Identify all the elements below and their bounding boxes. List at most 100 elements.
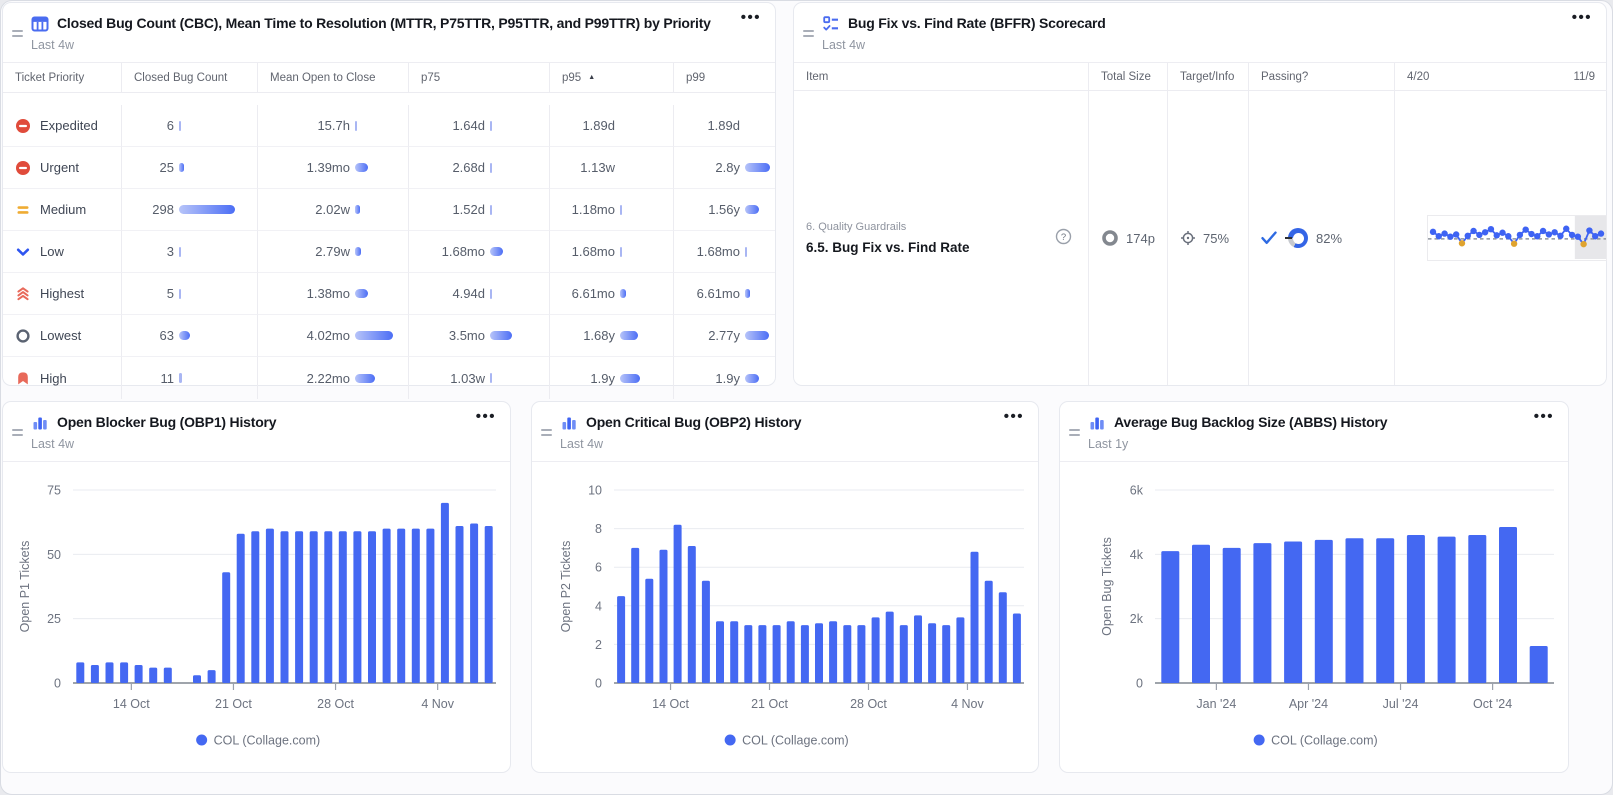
pass-point: [1592, 233, 1598, 239]
metric-value: 1.52d: [421, 202, 485, 217]
bar: [76, 662, 84, 683]
metric-value: 4.94d: [421, 286, 485, 301]
drag-handle-icon[interactable]: [1069, 429, 1080, 439]
chevrons-up-icon: [15, 286, 31, 302]
bar-chart-icon: [560, 414, 578, 432]
panel-cbc-table: Closed Bug Count (CBC), Mean Time to Res…: [2, 2, 776, 386]
metric-cell: 1.68y: [549, 315, 673, 357]
legend-label[interactable]: COL (Collage.com): [1271, 734, 1378, 748]
panel-menu-button[interactable]: •••: [741, 9, 761, 26]
legend-marker[interactable]: [1254, 735, 1265, 746]
magnitude-bar: [490, 205, 492, 215]
priority-label: Lowest: [40, 328, 81, 343]
column-header-closed-bug-count[interactable]: Closed Bug Count: [121, 63, 257, 93]
fail-point: [1459, 240, 1465, 246]
metric-cell: 1.03w: [408, 357, 549, 399]
metric-cell: 1.89d: [549, 105, 673, 147]
magnitude-bar: [745, 205, 759, 214]
metric-cell: 1.13w: [549, 147, 673, 189]
magnitude-bar: [745, 331, 769, 340]
bar: [441, 503, 449, 683]
metric-cell: 1.56y: [673, 189, 775, 231]
panel-menu-button[interactable]: •••: [1004, 408, 1024, 425]
bar: [339, 531, 347, 683]
passing-value: 82%: [1316, 231, 1342, 246]
metric-value: 1.39mo: [270, 160, 350, 175]
column-header-total-size[interactable]: Total Size: [1088, 63, 1167, 91]
metric-value: 1.68mo: [421, 244, 485, 259]
item-name[interactable]: 6.5. Bug Fix vs. Find Rate: [806, 240, 970, 255]
metric-value: 1.9y: [562, 371, 615, 386]
bar: [1407, 535, 1425, 683]
metric-cell: 1.64d: [408, 105, 549, 147]
legend-marker[interactable]: [725, 735, 736, 746]
svg-text:6k: 6k: [1130, 484, 1144, 498]
bar: [106, 662, 114, 683]
column-header-passing[interactable]: Passing?: [1248, 63, 1394, 91]
svg-text:25: 25: [47, 612, 61, 626]
pass-point: [1447, 233, 1453, 239]
bffr-trend-sparkline[interactable]: [1427, 215, 1607, 261]
magnitude-bar: [490, 121, 492, 131]
magnitude-bar: [490, 247, 503, 256]
svg-text:6: 6: [595, 561, 602, 575]
svg-text:4 Nov: 4 Nov: [951, 697, 984, 711]
drag-handle-icon[interactable]: [541, 429, 552, 439]
bar: [758, 625, 766, 683]
column-header-p95[interactable]: p95▲: [549, 63, 673, 93]
svg-text:Open P2 Tickets: Open P2 Tickets: [559, 541, 573, 633]
column-header-p99[interactable]: p99: [673, 63, 775, 93]
svg-text:Jan '24: Jan '24: [1196, 697, 1236, 711]
panel-abbs-chart: Average Bug Backlog Size (ABBS) History …: [1059, 401, 1569, 773]
circle-outline-icon: [15, 328, 31, 344]
svg-text:?: ?: [1061, 232, 1066, 243]
pass-point: [1465, 233, 1471, 239]
bar: [1315, 540, 1333, 683]
metric-cell: 2.79w: [257, 231, 408, 273]
metric-cell: 2.68d: [408, 147, 549, 189]
drag-handle-icon[interactable]: [12, 30, 23, 40]
fail-point: [1511, 241, 1517, 247]
drag-handle-icon[interactable]: [12, 429, 23, 439]
bar: [801, 625, 809, 683]
panel-menu-button[interactable]: •••: [1534, 408, 1554, 425]
column-header-mean-open-to-close[interactable]: Mean Open to Close: [257, 63, 408, 93]
svg-text:14 Oct: 14 Oct: [652, 697, 689, 711]
magnitude-bar: [179, 121, 181, 131]
bar: [1346, 538, 1364, 683]
metric-cell: 15.7h: [257, 105, 408, 147]
column-header-item[interactable]: Item: [794, 63, 1088, 91]
panel-menu-button[interactable]: •••: [1572, 9, 1592, 26]
legend-marker[interactable]: [196, 735, 207, 746]
pass-point: [1540, 228, 1546, 234]
bar: [135, 665, 143, 683]
metric-value: 1.18mo: [562, 202, 615, 217]
column-header-ticket-priority[interactable]: Ticket Priority: [3, 63, 121, 93]
priority-label: Highest: [40, 286, 84, 301]
pass-point: [1522, 226, 1528, 232]
column-header-target[interactable]: Target/Info: [1167, 63, 1248, 91]
metric-value: 25: [134, 160, 174, 175]
magnitude-bar: [620, 374, 640, 383]
pass-point: [1569, 232, 1575, 238]
priority-table: Ticket PriorityClosed Bug CountMean Open…: [3, 63, 775, 385]
item-group-label: 6. Quality Guardrails: [806, 221, 970, 233]
legend-label[interactable]: COL (Collage.com): [214, 734, 321, 748]
bar: [149, 668, 157, 683]
svg-text:10: 10: [588, 484, 602, 498]
column-header-p75[interactable]: p75: [408, 63, 549, 93]
drag-handle-icon[interactable]: [803, 30, 814, 40]
metric-value: 298: [134, 202, 174, 217]
panel-menu-button[interactable]: •••: [476, 408, 496, 425]
metric-cell: 11: [121, 357, 257, 399]
metric-value: 1.9y: [686, 371, 740, 386]
panel-obp2-chart: Open Critical Bug (OBP2) History ••• Las…: [531, 401, 1039, 773]
bar: [164, 668, 172, 683]
help-icon[interactable]: ?: [1055, 228, 1072, 248]
total-size-cell: 174p: [1088, 91, 1167, 385]
metric-cell: 1.39mo: [257, 147, 408, 189]
bar: [942, 625, 950, 683]
legend-label[interactable]: COL (Collage.com): [742, 734, 849, 748]
pass-point: [1499, 230, 1505, 236]
column-header-trend[interactable]: 4/20 11/9: [1394, 63, 1607, 91]
